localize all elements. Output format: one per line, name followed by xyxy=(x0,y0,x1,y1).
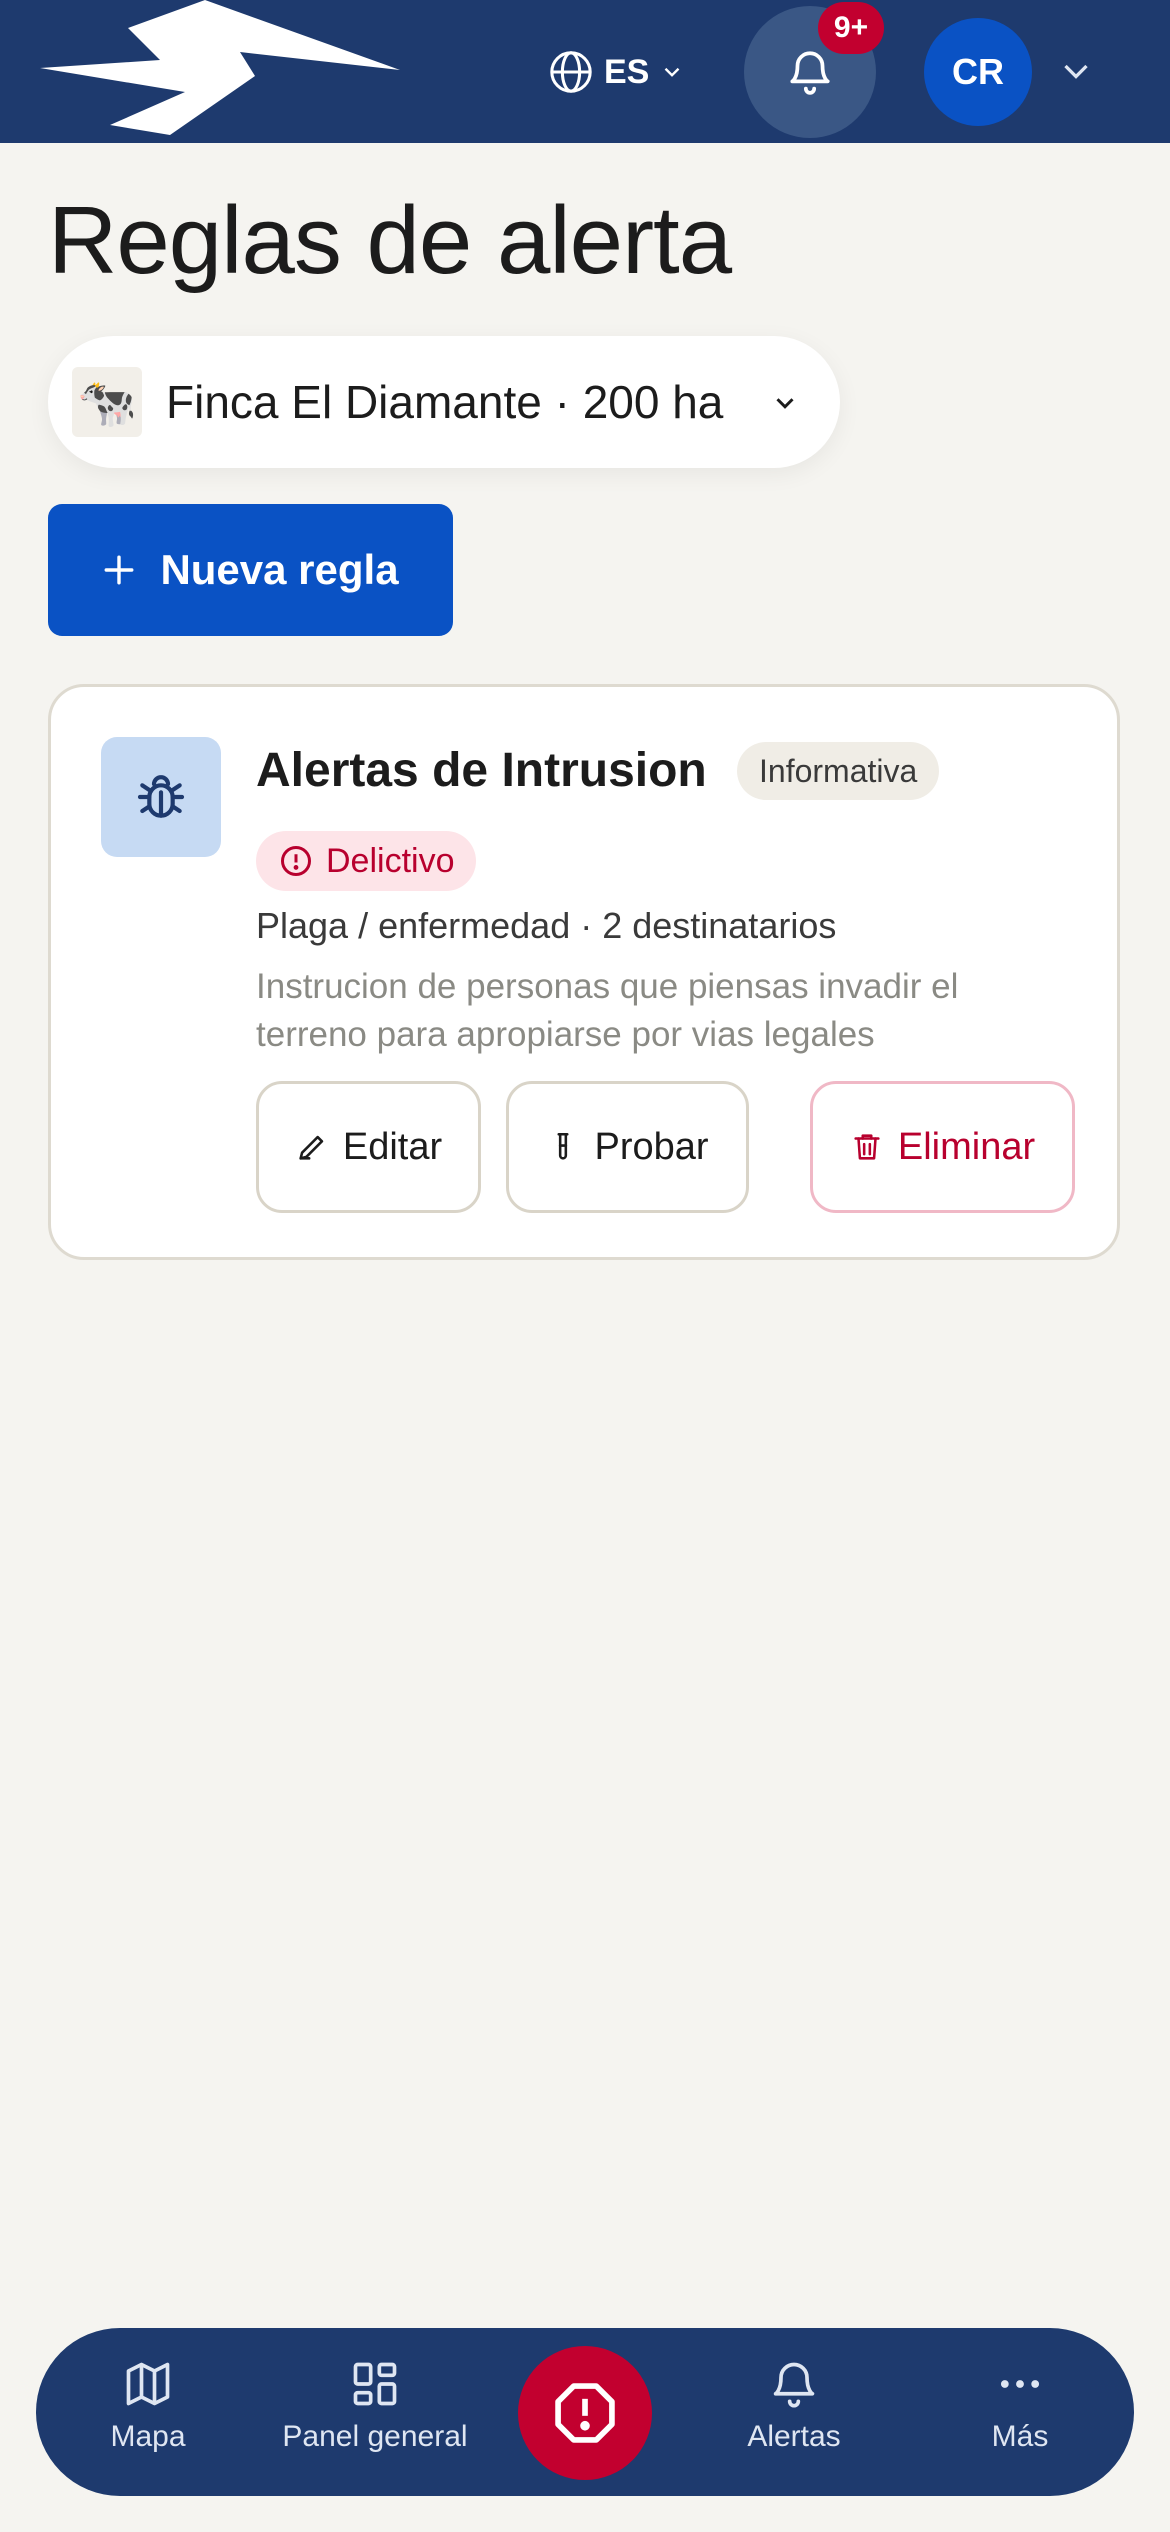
pencil-icon xyxy=(299,1135,324,1160)
nav-map-label: Mapa xyxy=(110,2420,186,2453)
chevron-down-icon xyxy=(776,398,794,409)
bug-icon xyxy=(101,737,221,857)
globe-icon xyxy=(550,51,592,93)
nav-alerts[interactable]: Alertas xyxy=(694,2358,894,2454)
rule-meta: Plaga / enfermedad · 2 destinatarios xyxy=(256,905,837,946)
bottom-nav: Mapa Panel general Alertas Más xyxy=(36,2328,1134,2496)
map-icon xyxy=(126,2362,170,2406)
category-label: Delictivo xyxy=(326,841,455,880)
plus-icon xyxy=(104,555,134,585)
bell-icon xyxy=(773,2362,815,2408)
alert-octagon-icon xyxy=(555,2383,615,2443)
nav-more[interactable]: Más xyxy=(920,2358,1120,2454)
category-badge: Delictivo xyxy=(256,831,477,891)
language-code: ES xyxy=(604,52,650,91)
more-icon xyxy=(1000,2380,1040,2388)
test-button[interactable]: Probar xyxy=(506,1081,749,1213)
avatar[interactable]: CR xyxy=(924,18,1032,126)
nav-alerts-label: Alertas xyxy=(747,2420,841,2453)
notification-badge: 9+ xyxy=(818,2,884,54)
nav-dashboard-label: Panel general xyxy=(282,2420,468,2453)
nav-more-label: Más xyxy=(991,2420,1049,2453)
rule-description: Instrucion de personas que piensas invad… xyxy=(256,967,959,1054)
nav-dashboard[interactable]: Panel general xyxy=(275,2358,475,2454)
delete-label: Eliminar xyxy=(897,1125,1036,1168)
new-rule-label: Nueva regla xyxy=(160,546,399,593)
edit-button[interactable]: Editar xyxy=(256,1081,481,1213)
bell-icon xyxy=(790,51,830,95)
farm-selector[interactable]: 🐄 Finca El Diamante · 200 ha xyxy=(48,336,840,468)
delete-button[interactable]: Eliminar xyxy=(810,1081,1075,1213)
top-bar: ES 9+ CR xyxy=(0,0,1170,143)
cow-icon: 🐄 xyxy=(72,367,142,437)
rule-card: Alertas de Intrusion Informativa Delicti… xyxy=(48,684,1120,1260)
chevron-down-icon xyxy=(665,67,680,77)
nav-map[interactable]: Mapa xyxy=(48,2358,248,2454)
emergency-alert-button[interactable] xyxy=(518,2346,652,2480)
logo[interactable] xyxy=(40,0,410,143)
test-label: Probar xyxy=(594,1125,709,1168)
farm-selector-label: Finca El Diamante · 200 ha xyxy=(166,376,724,428)
severity-badge: Informativa xyxy=(737,742,940,800)
new-rule-button[interactable]: Nueva regla xyxy=(48,504,453,636)
test-tube-icon xyxy=(557,1132,569,1160)
alert-circle-icon xyxy=(281,846,311,876)
trash-icon xyxy=(854,1134,880,1160)
chevron-down-icon[interactable] xyxy=(1058,58,1094,86)
language-selector[interactable]: ES xyxy=(548,40,685,104)
edit-label: Editar xyxy=(342,1125,443,1168)
page-title: Reglas de alerta xyxy=(48,187,732,294)
dashboard-icon xyxy=(353,2362,397,2406)
rule-title: Alertas de Intrusion xyxy=(256,744,707,797)
